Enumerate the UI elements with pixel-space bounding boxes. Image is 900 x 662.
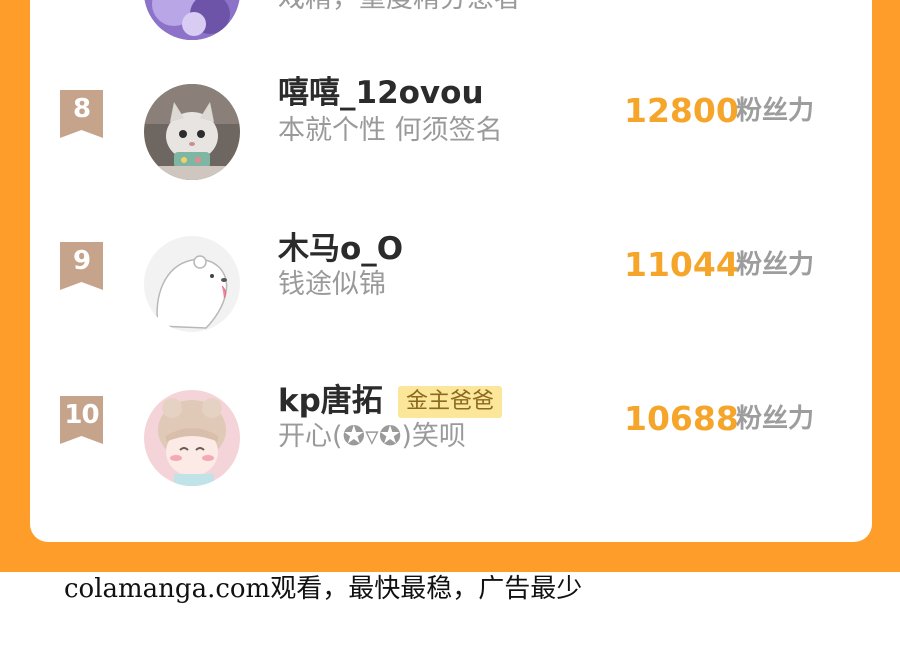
avatar[interactable] [144, 84, 240, 180]
user-signature: 开心(✪▿✪)笑呗 [278, 421, 466, 452]
rank-number: 10 [64, 400, 99, 430]
user-signature: 钱途似锦 [278, 269, 386, 300]
rank-badge: 8 [60, 90, 103, 138]
rank-number: 8 [72, 94, 91, 124]
fans-count: 10688 [624, 399, 739, 438]
rank-badge: 9 [60, 242, 103, 290]
avatar[interactable] [144, 0, 240, 40]
fans-label: 粉丝力 [736, 250, 815, 280]
fans-label: 粉丝力 [736, 96, 815, 126]
avatar[interactable] [144, 390, 240, 486]
user-name[interactable]: 木马o_O [278, 230, 403, 268]
user-signature: 本就个性 何须签名 [278, 115, 503, 146]
cat-avatar-icon [144, 84, 240, 180]
leaderboard-row[interactable]: 10 kp唐拓 金主爸爸 开心(✪▿✪)笑呗 10688 粉丝力 [30, 383, 872, 490]
leaderboard-row[interactable]: 8 嘻嘻_12ovou 本就个性 何须签名 12800 粉丝力 [30, 75, 872, 182]
fans-label: 粉丝力 [736, 404, 815, 434]
rank-badge: 10 [60, 396, 103, 444]
avatar[interactable] [144, 236, 240, 332]
fans-count: 12800 [624, 91, 739, 130]
watermark-footer: colamanga.com观看，最快最稳，广告最少 [64, 574, 583, 604]
leaderboard-row[interactable]: 9 木马o_O 钱途似锦 11044 粉丝力 [30, 231, 872, 336]
user-name[interactable]: 嘻嘻_12ovou [278, 74, 484, 112]
bear-avatar-icon [144, 236, 240, 332]
anime-girl-avatar-icon [144, 390, 240, 486]
user-signature: 戏精，重度精分患者 [278, 0, 521, 16]
fans-count: 11044 [624, 245, 739, 284]
leaderboard-card: 戏精，重度精分患者 8 嘻嘻_12ovou 本就个性 [30, 0, 872, 542]
vip-tag: 金主爸爸 [398, 386, 503, 418]
rank-number: 9 [72, 246, 91, 276]
user-name[interactable]: kp唐拓 [278, 382, 383, 420]
